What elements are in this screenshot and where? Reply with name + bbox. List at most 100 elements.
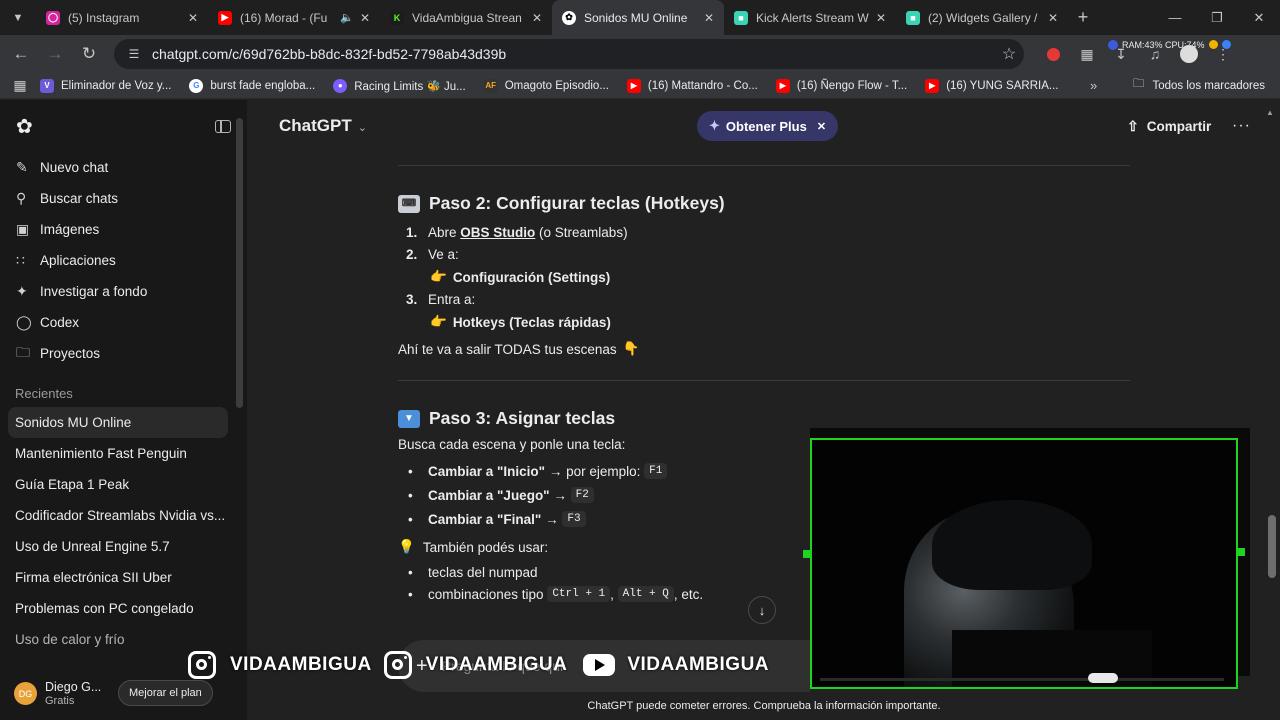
close-tab-icon[interactable]: ✕ — [188, 11, 198, 25]
recent-chat-item[interactable]: Sonidos MU Online — [8, 407, 228, 438]
record-extension-icon[interactable] — [1036, 47, 1070, 61]
bookmark-item[interactable]: ▶ (16) Mattandro - Co... — [626, 78, 758, 93]
social-handle: VIDAAMBIGUA — [383, 651, 568, 679]
upgrade-plan-button[interactable]: Mejorar el plan — [118, 680, 213, 706]
sidebar: ✿ ✎ Nuevo chat ⚲ Buscar chats ▣ Imágenes ∷ A… — [0, 100, 247, 720]
webcam-overlay[interactable] — [810, 438, 1238, 689]
download-icon[interactable]: ↧ — [1104, 46, 1138, 63]
tab-title: Sonidos MU Online — [584, 10, 688, 25]
browser-tab[interactable]: K VidaAmbigua Strean ✕ — [380, 0, 552, 35]
browser-tab[interactable]: ■ (2) Widgets Gallery / ✕ — [896, 0, 1068, 35]
recent-chat-item[interactable]: Uso de Unreal Engine 5.7 — [0, 531, 247, 562]
sidebar-item-label: Investigar a fondo — [40, 284, 148, 299]
get-plus-button[interactable]: ✦ Obtener Plus ✕ — [697, 111, 839, 141]
tab-search-icon[interactable]: ▼ — [0, 0, 36, 35]
browser-tab[interactable]: ■ Kick Alerts Stream W ✕ — [724, 0, 896, 35]
bookmark-item[interactable]: V Eliminador de Voz y... — [40, 78, 172, 93]
apps-icon: ∷ — [16, 252, 25, 268]
sidebar-toggle-icon[interactable] — [215, 119, 231, 133]
bookmark-item[interactable]: ▶ (16) Ñengo Flow - T... — [775, 78, 907, 93]
browser-tab-active[interactable]: ✿ Sonidos MU Online ✕ — [552, 0, 724, 35]
sparkle-icon: ✦ — [709, 118, 720, 133]
youtube-icon: ▶ — [626, 78, 641, 93]
list-subitem: 👉 Configuración (Settings) — [398, 266, 1130, 288]
codex-icon: ◯ — [16, 314, 32, 330]
site-settings-icon[interactable]: ☰ — [120, 47, 148, 61]
recent-chat-item[interactable]: Guía Etapa 1 Peak — [0, 469, 247, 500]
recent-chat-item[interactable]: Problemas con PC congelado — [0, 593, 247, 624]
scroll-to-bottom-button[interactable]: ↓ — [748, 596, 776, 624]
recents-heading: Recientes — [15, 386, 73, 401]
social-handle-text: VIDAAMBIGUA — [627, 654, 770, 675]
address-bar[interactable]: ☰ chatgpt.com/c/69d762bb-b8dc-832f-bd52-… — [114, 39, 1024, 69]
list-subitem: 👉 Hotkeys (Teclas rápidas) — [398, 311, 1130, 333]
obs-studio-link[interactable]: OBS Studio — [460, 225, 535, 240]
sidebar-item-research[interactable]: ✦ Investigar a fondo — [0, 276, 247, 307]
sidebar-item-label: Proyectos — [40, 346, 101, 361]
google-icon: G — [189, 78, 204, 93]
browser-tab[interactable]: ◯ (5) Instagram ✕ — [36, 0, 208, 35]
bookmark-star-icon[interactable]: ☆ — [994, 44, 1024, 64]
sidebar-item-codex[interactable]: ◯ Codex — [0, 307, 247, 338]
sidebar-item-images[interactable]: ▣ Imágenes — [0, 214, 247, 245]
bookmark-item[interactable]: Gburst fade engloba... — [189, 78, 315, 93]
step3-heading: ▼ Paso 3: Asignar teclas — [398, 408, 1130, 429]
sidebar-item-apps[interactable]: ∷ Aplicaciones — [0, 245, 247, 276]
model-selector[interactable]: ChatGPT ⌄ — [279, 116, 367, 136]
list-text-bold: Cambiar a "Inicio" — [428, 463, 546, 479]
bookmark-item[interactable]: ● Racing Limits 🐝 Ju... — [333, 78, 466, 93]
openai-logo-icon[interactable]: ✿ — [16, 114, 33, 139]
list-item: 1. Abre OBS Studio (o Streamlabs) — [398, 221, 1130, 243]
close-tab-icon[interactable]: ✕ — [360, 11, 370, 25]
recent-chat-item[interactable]: Mantenimiento Fast Penguin — [0, 438, 247, 469]
media-control-icon[interactable]: ♫ — [1138, 46, 1172, 62]
speaker-icon[interactable]: 🔈 — [340, 11, 354, 24]
sidebar-item-label: Imágenes — [40, 222, 100, 237]
list-item: 3. Entra a: — [398, 288, 1130, 311]
share-button[interactable]: ⇧ Compartir — [1127, 118, 1211, 135]
sidebar-item-projects[interactable]: 🗀 Proyectos — [0, 338, 247, 369]
bookmark-label: Eliminador de Voz y... — [61, 79, 172, 92]
bookmark-item[interactable]: AF Omagoto Episodio... — [483, 78, 609, 93]
menu-kebab-icon[interactable]: ⋮ — [1206, 46, 1240, 63]
browser-tab[interactable]: ▶ (16) Morad - (Fu 🔈 ✕ — [208, 0, 380, 35]
maximize-icon[interactable]: ❐ — [1196, 10, 1238, 26]
sidebar-item-new-chat[interactable]: ✎ Nuevo chat — [0, 152, 247, 183]
all-bookmarks-button[interactable]: 🗀 Todos los marcadores — [1133, 76, 1265, 95]
close-tab-icon[interactable]: ✕ — [1048, 11, 1058, 25]
images-icon: ▣ — [16, 221, 30, 237]
more-options-icon[interactable]: ··· — [1232, 117, 1251, 135]
url-text[interactable]: chatgpt.com/c/69d762bb-b8dc-832f-bd52-77… — [152, 46, 994, 62]
new-tab-button[interactable]: + — [1068, 7, 1098, 28]
close-tab-icon[interactable]: ✕ — [704, 11, 714, 25]
recent-chat-item[interactable]: Codificador Streamlabs Nvidia vs... — [0, 500, 247, 531]
sidebar-item-search[interactable]: ⚲ Buscar chats — [0, 183, 247, 214]
share-icon: ⇧ — [1127, 117, 1139, 134]
forward-icon[interactable]: → — [38, 44, 72, 64]
webcam-progress-bar — [820, 678, 1224, 681]
disclaimer-footer: ChatGPT puede cometer errores. Comprueba… — [587, 700, 941, 712]
bookmarks-overflow-icon[interactable]: » — [1090, 78, 1097, 93]
research-icon: ✦ — [16, 283, 28, 299]
apps-grid-icon[interactable]: ▦ — [0, 77, 40, 94]
reload-icon[interactable]: ↻ — [72, 44, 106, 64]
tab-title: VidaAmbigua Strean — [412, 10, 522, 25]
extensions-puzzle-icon[interactable]: ▦ — [1070, 46, 1104, 63]
pointing-down-icon: 👇 — [622, 341, 640, 356]
close-tab-icon[interactable]: ✕ — [532, 11, 542, 25]
recent-chat-item[interactable]: Firma electrónica SII Uber — [0, 562, 247, 593]
scroll-up-arrow-icon[interactable]: ▲ — [1266, 108, 1274, 117]
list-text: , etc. — [673, 586, 704, 602]
close-window-icon[interactable]: ✕ — [1238, 10, 1280, 26]
main-scrollbar[interactable] — [1268, 515, 1276, 578]
resize-handle-left[interactable] — [803, 550, 811, 558]
bookmark-item[interactable]: ▶ (16) YUNG SARRIA... — [925, 78, 1058, 93]
resize-handle-right[interactable] — [1237, 548, 1245, 556]
minimize-icon[interactable]: — — [1154, 10, 1196, 25]
close-tab-icon[interactable]: ✕ — [876, 11, 886, 25]
profile-avatar-icon[interactable] — [1172, 45, 1206, 63]
close-icon[interactable]: ✕ — [817, 120, 826, 133]
sidebar-scrollbar[interactable] — [236, 118, 243, 408]
back-icon[interactable]: ← — [4, 44, 38, 64]
list-item: 2. Ve a: — [398, 243, 1130, 266]
